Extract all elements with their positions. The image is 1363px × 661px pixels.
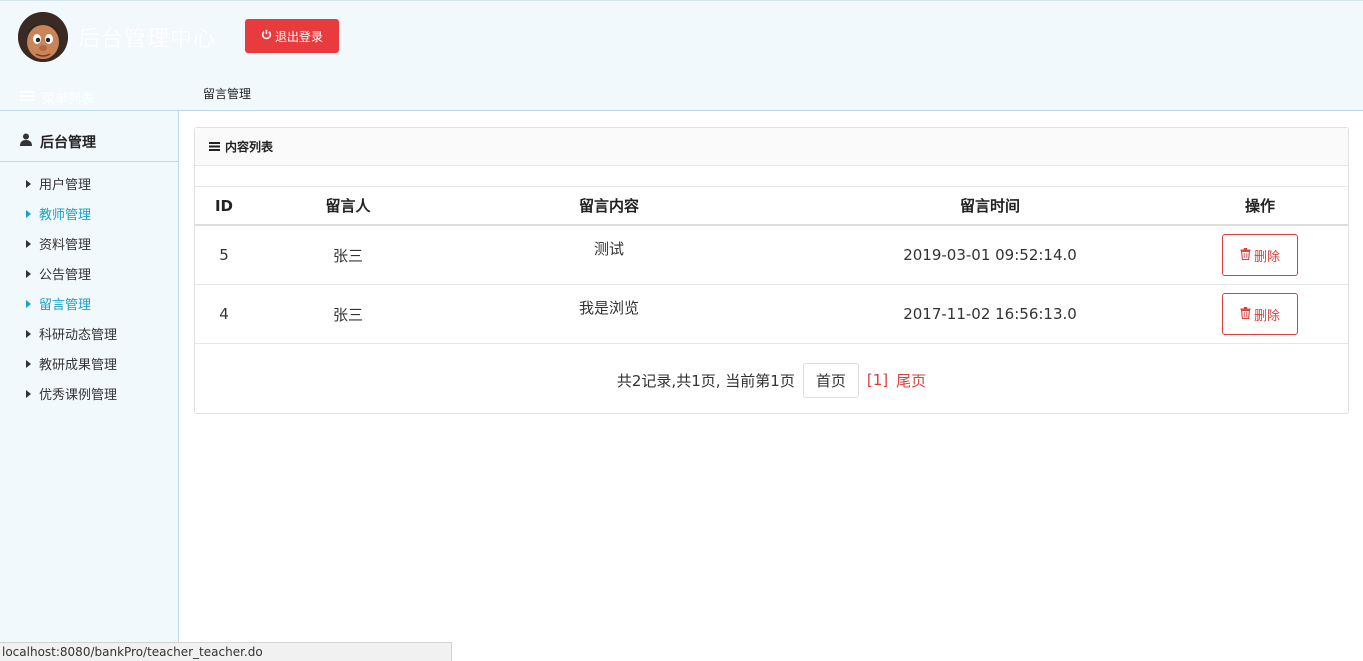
app-title: 后台管理中心 xyxy=(78,27,217,52)
last-page-link[interactable]: 尾页 xyxy=(896,370,926,391)
power-icon xyxy=(261,29,272,43)
list-icon xyxy=(20,90,34,106)
panel-title: 内容列表 xyxy=(225,140,274,154)
sidebar-item-label: 优秀课例管理 xyxy=(39,388,118,403)
sidebar-item-research-results[interactable]: 教研成果管理 xyxy=(26,354,117,373)
sidebar-item-materials[interactable]: 资料管理 xyxy=(26,234,91,253)
sidebar-item-label: 教研成果管理 xyxy=(39,358,118,373)
sidebar-item-users[interactable]: 用户管理 xyxy=(26,174,91,193)
user-icon xyxy=(20,133,32,150)
caret-right-icon xyxy=(26,239,31,248)
delete-label: 删除 xyxy=(1253,307,1280,323)
panel-header: 内容列表 xyxy=(195,128,1348,166)
cell-content: 测试 xyxy=(593,240,624,258)
sidebar-item-label: 科研动态管理 xyxy=(39,328,118,343)
column-header-time: 留言时间 xyxy=(959,197,1020,215)
avatar xyxy=(18,12,68,62)
column-header-author: 留言人 xyxy=(325,197,371,215)
sidebar-item-label: 教师管理 xyxy=(39,208,92,223)
delete-button[interactable]: 删除 xyxy=(1222,234,1298,276)
trash-icon xyxy=(1240,247,1251,263)
sidebar-item-lessons[interactable]: 优秀课例管理 xyxy=(26,384,117,403)
cell-author: 张三 xyxy=(332,246,363,265)
cell-time: 2019-03-01 09:52:14.0 xyxy=(903,246,1077,264)
pagination: 共2记录,共1页, 当前第1页 首页 [1] 尾页 xyxy=(195,362,1348,398)
sidebar-item-label: 资料管理 xyxy=(39,238,92,253)
top-header: 后台管理中心 退出登录 菜单列表 留言管理 xyxy=(0,0,1363,111)
sidebar-item-notices[interactable]: 公告管理 xyxy=(26,264,91,283)
sidebar-item-label: 留言管理 xyxy=(39,298,92,313)
menu-title-label: 菜单列表 xyxy=(42,92,95,107)
breadcrumb: 留言管理 xyxy=(203,87,252,101)
cell-content: 我是浏览 xyxy=(578,299,639,317)
sidebar-section-admin[interactable]: 后台管理 xyxy=(0,122,178,162)
sidebar-item-label: 用户管理 xyxy=(39,178,92,193)
menu-title: 菜单列表 xyxy=(20,88,94,107)
logout-label: 退出登录 xyxy=(274,29,323,44)
cell-actions: 删除 xyxy=(1205,285,1315,343)
column-header-content: 留言内容 xyxy=(578,197,639,215)
sidebar-item-research-news[interactable]: 科研动态管理 xyxy=(26,324,117,343)
trash-icon xyxy=(1240,306,1251,322)
table-header-row: ID 留言人 留言内容 留言时间 操作 xyxy=(195,186,1348,226)
table-row: 5 张三 测试 2019-03-01 09:52:14.0 删除 xyxy=(195,226,1348,285)
column-header-id: ID xyxy=(214,196,234,215)
logout-button[interactable]: 退出登录 xyxy=(245,19,339,53)
cell-time: 2017-11-02 16:56:13.0 xyxy=(903,305,1077,323)
status-bar-url: localhost:8080/bankPro/teacher_teacher.d… xyxy=(0,642,452,661)
cell-id: 5 xyxy=(219,246,229,264)
caret-right-icon xyxy=(26,329,31,338)
page-1-link[interactable]: [1] xyxy=(867,371,888,389)
delete-label: 删除 xyxy=(1253,248,1280,264)
pagination-info: 共2记录,共1页, 当前第1页 xyxy=(616,371,795,390)
sidebar-section-label: 后台管理 xyxy=(40,134,96,151)
sidebar-item-label: 公告管理 xyxy=(39,268,92,283)
cell-actions: 删除 xyxy=(1205,226,1315,284)
caret-right-icon xyxy=(26,179,31,188)
content-panel: 内容列表 ID 留言人 留言内容 留言时间 操作 5 张三 测试 2019-03… xyxy=(194,127,1349,414)
table-row: 4 张三 我是浏览 2017-11-02 16:56:13.0 删除 xyxy=(195,285,1348,344)
sidebar: 后台管理 用户管理 教师管理 资料管理 公告管理 留言管理 科研动态管理 教研成… xyxy=(0,111,179,661)
caret-right-icon xyxy=(26,209,31,218)
caret-right-icon xyxy=(26,389,31,398)
sidebar-item-messages[interactable]: 留言管理 xyxy=(26,294,91,313)
cell-author: 张三 xyxy=(332,305,363,324)
cell-id: 4 xyxy=(219,305,229,323)
first-page-button[interactable]: 首页 xyxy=(802,362,859,398)
delete-button[interactable]: 删除 xyxy=(1222,293,1298,335)
caret-right-icon xyxy=(26,299,31,308)
caret-right-icon xyxy=(26,359,31,368)
column-header-actions: 操作 xyxy=(1244,197,1275,215)
caret-right-icon xyxy=(26,269,31,278)
list-icon xyxy=(209,140,220,154)
sidebar-item-teachers[interactable]: 教师管理 xyxy=(26,204,91,223)
